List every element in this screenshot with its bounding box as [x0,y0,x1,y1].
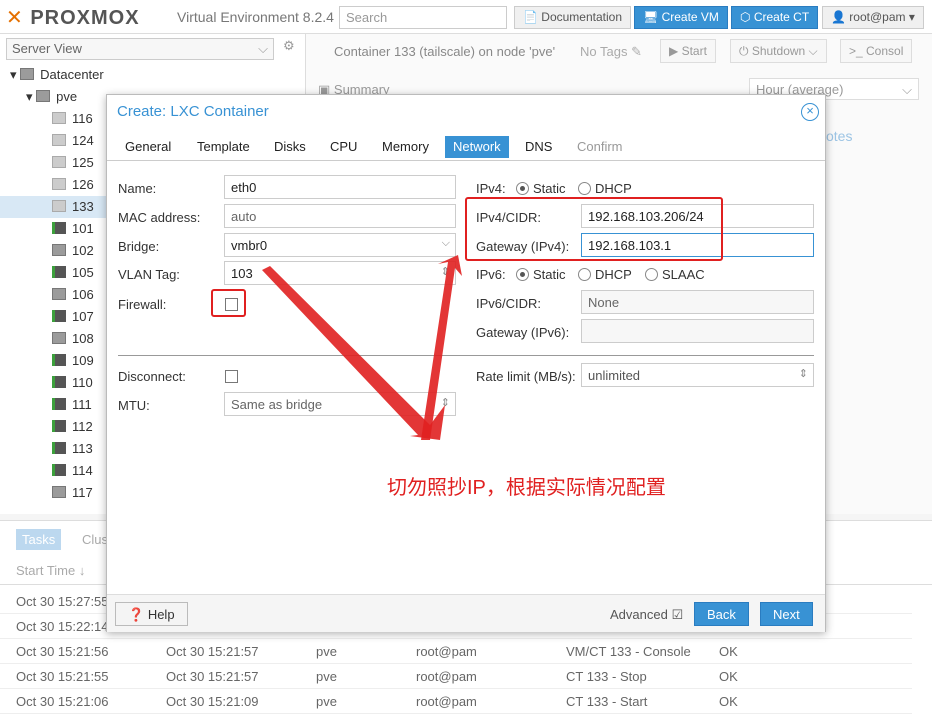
arrow-to-firewall [262,266,445,440]
annotation-text: 切勿照抄IP，根据实际情况配置 [387,477,666,499]
annotation-arrows [262,255,462,440]
